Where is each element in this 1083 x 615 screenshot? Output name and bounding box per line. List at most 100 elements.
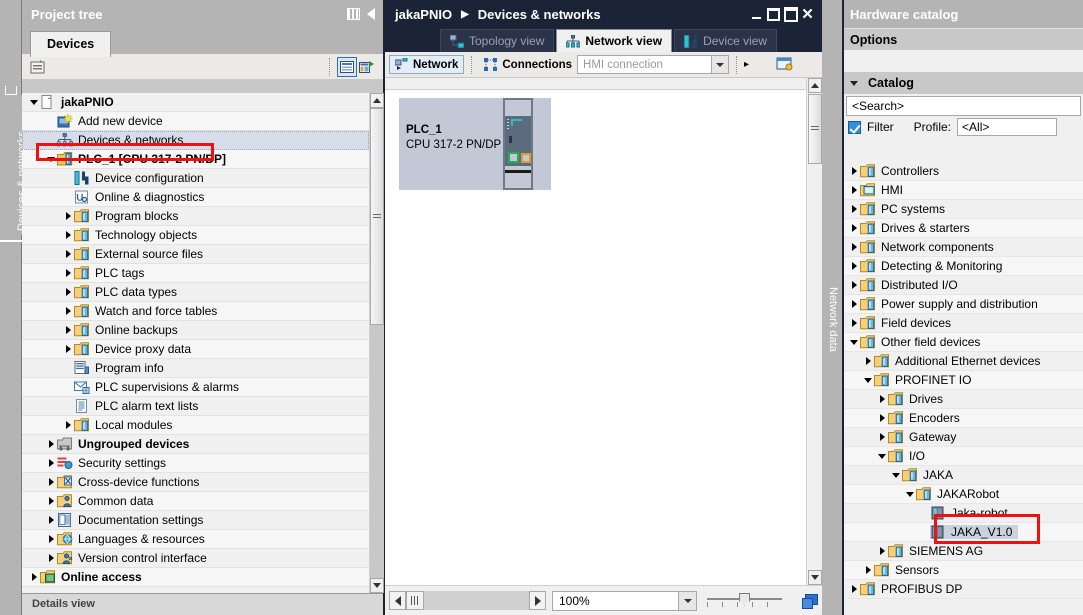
zoom-chevron-down-icon[interactable] bbox=[678, 592, 696, 610]
scroll-up-button[interactable] bbox=[370, 93, 384, 108]
chevron-right-icon[interactable] bbox=[862, 561, 874, 580]
catalog-item-i-o[interactable]: I/O bbox=[844, 447, 1083, 466]
tab-network-view[interactable]: Network view bbox=[556, 29, 672, 52]
chevron-down-icon[interactable] bbox=[890, 466, 902, 485]
tree-item-ungrouped-devices[interactable]: Ungrouped devices bbox=[22, 435, 369, 454]
list-view-icon[interactable] bbox=[337, 57, 357, 77]
tree-item-plc-supervisions-alarms[interactable]: PLC supervisions & alarms bbox=[22, 378, 369, 397]
chevron-right-icon[interactable] bbox=[848, 276, 860, 295]
chevron-right-icon[interactable] bbox=[848, 314, 860, 333]
catalog-item-other-field-devices[interactable]: Other field devices bbox=[844, 333, 1083, 352]
tree-item-online-backups[interactable]: Online backups bbox=[22, 321, 369, 340]
hardware-catalog-options-header[interactable]: Options bbox=[844, 28, 1083, 50]
catalog-item-field-devices[interactable]: Field devices bbox=[844, 314, 1083, 333]
catalog-item-detecting-monitoring[interactable]: Detecting & Monitoring bbox=[844, 257, 1083, 276]
catalog-item-encoders[interactable]: Encoders bbox=[844, 409, 1083, 428]
catalog-item-profibus-dp[interactable]: PROFIBUS DP bbox=[844, 580, 1083, 599]
project-options-icon[interactable] bbox=[28, 57, 48, 77]
tree-item-plc-1-cpu-317-2-pn-dp[interactable]: PLC_1 [CPU 317-2 PN/DP] bbox=[22, 150, 369, 169]
filter-checkbox[interactable] bbox=[848, 121, 861, 134]
tree-item-plc-tags[interactable]: PLC tags bbox=[22, 264, 369, 283]
chevron-right-icon[interactable] bbox=[62, 340, 74, 359]
highlight-connection-icon[interactable] bbox=[776, 57, 794, 73]
tree-item-add-new-device[interactable]: Add new device bbox=[22, 112, 369, 131]
project-tree-rows[interactable]: jakaPNIOAdd new deviceDevices & networks… bbox=[22, 93, 369, 593]
scroll-down-button[interactable] bbox=[370, 578, 384, 593]
tree-item-documentation-settings[interactable]: Documentation settings bbox=[22, 511, 369, 530]
tree-item-languages-resources[interactable]: Languages & resources bbox=[22, 530, 369, 549]
close-button[interactable]: ✕ bbox=[799, 4, 816, 24]
profile-dropdown[interactable]: <All> bbox=[957, 118, 1057, 136]
catalog-item-jaka[interactable]: JAKA bbox=[844, 466, 1083, 485]
chevron-right-icon[interactable] bbox=[848, 238, 860, 257]
chevron-down-icon[interactable] bbox=[904, 485, 916, 504]
chevron-right-icon[interactable] bbox=[62, 283, 74, 302]
tree-item-program-blocks[interactable]: Program blocks bbox=[22, 207, 369, 226]
catalog-section-header[interactable]: Catalog bbox=[844, 72, 1083, 94]
catalog-item-jaka-v1.0[interactable]: JAKA_V1.0 bbox=[844, 523, 1083, 542]
dp-port-icon[interactable] bbox=[521, 153, 531, 163]
catalog-item-jakarobot[interactable]: JAKARobot bbox=[844, 485, 1083, 504]
chevron-right-icon[interactable] bbox=[45, 530, 57, 549]
scrollbar-thumb[interactable] bbox=[370, 108, 384, 325]
minimize-button[interactable] bbox=[748, 4, 765, 24]
breadcrumb-project[interactable]: jakaPNIO bbox=[395, 7, 452, 22]
catalog-chevron-down-icon[interactable] bbox=[850, 81, 858, 86]
tab-devices[interactable]: Devices bbox=[30, 31, 111, 57]
vertical-tab-network-data[interactable]: Network data bbox=[822, 285, 844, 395]
chevron-right-icon[interactable] bbox=[45, 492, 57, 511]
catalog-item-jaka-robot[interactable]: Jaka-robot bbox=[844, 504, 1083, 523]
zoom-slider[interactable] bbox=[707, 591, 782, 611]
network-canvas[interactable]: PLC_1 CPU 317-2 PN/DP bbox=[385, 78, 822, 585]
horizontal-scroll-track[interactable] bbox=[424, 591, 529, 610]
chevron-right-icon[interactable] bbox=[848, 580, 860, 599]
tree-item-version-control-interface[interactable]: Version control interface bbox=[22, 549, 369, 568]
chevron-right-icon[interactable] bbox=[62, 226, 74, 245]
tree-item-watch-and-force-tables[interactable]: Watch and force tables bbox=[22, 302, 369, 321]
tree-item-security-settings[interactable]: Security settings bbox=[22, 454, 369, 473]
chevron-right-icon[interactable] bbox=[876, 409, 888, 428]
tree-item-technology-objects[interactable]: Technology objects bbox=[22, 226, 369, 245]
chevron-right-icon[interactable] bbox=[45, 511, 57, 530]
tree-item-plc-data-types[interactable]: PLC data types bbox=[22, 283, 369, 302]
catalog-item-drives-starters[interactable]: Drives & starters bbox=[844, 219, 1083, 238]
tree-item-common-data[interactable]: Common data bbox=[22, 492, 369, 511]
tree-item-plc-alarm-text-lists[interactable]: PLC alarm text lists bbox=[22, 397, 369, 416]
catalog-item-controllers[interactable]: Controllers bbox=[844, 162, 1083, 181]
catalog-item-drives[interactable]: Drives bbox=[844, 390, 1083, 409]
chevron-right-icon[interactable] bbox=[62, 416, 74, 435]
profinet-port-icon[interactable] bbox=[508, 152, 519, 163]
scrollbar-track[interactable] bbox=[370, 108, 384, 578]
chevron-right-icon[interactable] bbox=[45, 454, 57, 473]
connections-button[interactable]: Connections bbox=[479, 56, 577, 73]
chevron-right-icon[interactable] bbox=[848, 200, 860, 219]
overview-navigation-icon[interactable] bbox=[802, 594, 818, 608]
maximize-button[interactable] bbox=[782, 4, 799, 24]
scroll-left-button[interactable] bbox=[389, 591, 406, 610]
tree-item-jakapnio[interactable]: jakaPNIO bbox=[22, 93, 369, 112]
canvas-scroll-down-button[interactable] bbox=[808, 570, 822, 585]
project-tree-scrollbar[interactable] bbox=[369, 93, 383, 593]
collapse-left-icon[interactable] bbox=[367, 8, 375, 20]
chevron-right-icon[interactable] bbox=[848, 162, 860, 181]
tree-item-online-diagnostics[interactable]: Online & diagnostics bbox=[22, 188, 369, 207]
catalog-item-network-components[interactable]: Network components bbox=[844, 238, 1083, 257]
catalog-tree-rows[interactable]: ControllersHMIPC systemsDrives & starter… bbox=[844, 162, 1083, 615]
tree-item-cross-device-functions[interactable]: Cross-device functions bbox=[22, 473, 369, 492]
tree-item-devices-networks[interactable]: Devices & networks bbox=[22, 131, 369, 150]
catalog-item-sensors[interactable]: Sensors bbox=[844, 561, 1083, 580]
tree-item-local-modules[interactable]: Local modules bbox=[22, 416, 369, 435]
tree-item-online-access[interactable]: Online access bbox=[22, 568, 369, 587]
columns-icon[interactable] bbox=[347, 8, 360, 20]
chevron-down-icon[interactable] bbox=[848, 333, 860, 352]
canvas-scrollbar-thumb[interactable] bbox=[808, 94, 822, 164]
restore-button[interactable] bbox=[765, 4, 782, 24]
chevron-right-icon[interactable] bbox=[876, 428, 888, 447]
network-mode-button[interactable]: Network bbox=[389, 55, 464, 74]
tab-device-view[interactable]: Device view bbox=[674, 29, 777, 52]
catalog-item-profinet-io[interactable]: PROFINET IO bbox=[844, 371, 1083, 390]
canvas-vertical-scrollbar[interactable] bbox=[806, 78, 822, 585]
chevron-right-icon[interactable] bbox=[45, 549, 57, 568]
tree-item-external-source-files[interactable]: External source files bbox=[22, 245, 369, 264]
tree-item-device-configuration[interactable]: Device configuration bbox=[22, 169, 369, 188]
